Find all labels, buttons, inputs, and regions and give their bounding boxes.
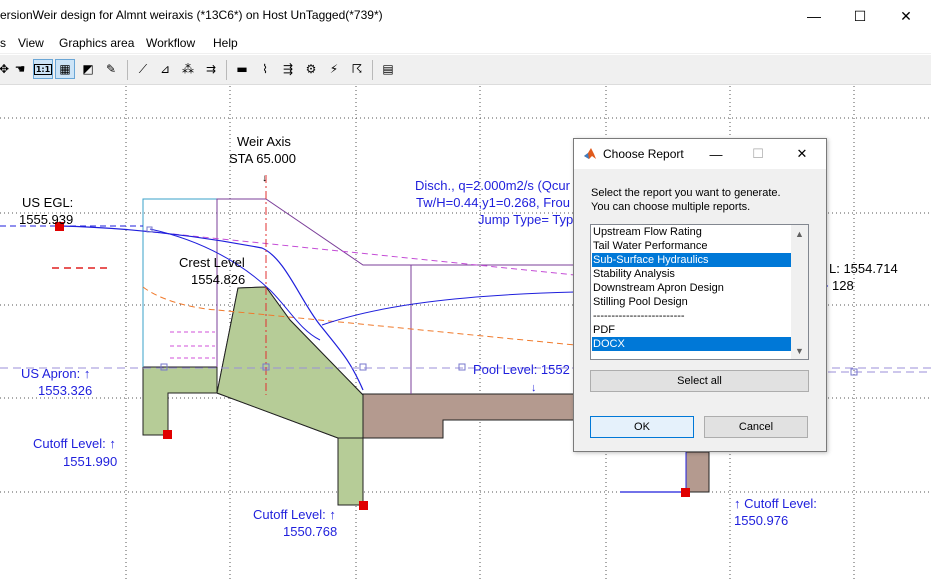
disch-line1: Disch., q=2.000m2/s (Qcur [415,178,571,193]
export-icon[interactable]: ⇉ [201,59,221,79]
dialog-minimize-button[interactable]: — [704,144,728,164]
zoom-extents-icon[interactable]: ◩ [78,59,98,79]
crest-label: Crest Level [179,255,245,270]
hand-icon[interactable]: ☚ [10,59,30,79]
list-item-docx[interactable]: DOCX [592,337,792,351]
disch-line3: Jump Type= Typ [478,212,573,227]
list-item-sub-surface-hydraulics[interactable]: Sub-Surface Hydraulics [592,253,792,267]
scroll-up-icon[interactable]: ▲ [791,225,808,242]
window-title: ersionWeir design for Almnt weiraxis (*1… [0,8,383,22]
dialog-instruction-2: You can choose multiple reports. [591,201,751,213]
downstream-apron [362,393,576,439]
list-item-pdf[interactable]: PDF [592,323,792,337]
pool-level-label: Pool Level: 1552 [473,362,570,377]
cutoff2-value: 1550.768 [283,524,337,539]
menu-workflow[interactable]: Workflow [146,36,195,50]
svg-text:↓: ↓ [531,382,537,394]
crest-value: 1554.826 [191,272,245,287]
cutoff1-label: Cutoff Level: ↑ [33,436,116,451]
menu-help[interactable]: Help [213,36,238,50]
title-bar: ersionWeir design for Almnt weiraxis (*1… [0,0,931,32]
ds-egl-value-a: L: 1554.714 [829,261,898,276]
grid-icon[interactable]: ▦ [55,59,75,79]
points-icon[interactable]: ⁂ [178,59,198,79]
weir-sta-label: STA 65.000 [229,151,296,166]
minimize-button[interactable]: — [791,0,837,32]
ok-button[interactable]: OK [590,416,694,438]
upstream-cutoff [142,366,218,436]
us-egl-value: 1555.939 [19,212,73,227]
weir-axis-label: Weir Axis [237,134,291,149]
cutoff3-value: 1550.976 [734,513,788,528]
cutoff2-marker[interactable] [359,501,368,510]
us-apron-label: US Apron: ↑ [21,366,90,381]
dialog-title-bar: Choose Report — ☐ ✕ [574,139,826,169]
dialog-instruction-1: Select the report you want to generate. [591,187,781,199]
listbox-scrollbar[interactable]: ▲ ▼ [791,225,808,359]
us-apron-value: 1553.326 [38,383,92,398]
toolbar-separator [127,60,128,80]
toolbar-separator [226,60,227,80]
us-egl-label: US EGL: [22,195,73,210]
menu-graphics-area[interactable]: Graphics area [59,36,134,50]
menu-view[interactable]: View [18,36,44,50]
close-button[interactable]: ✕ [883,0,929,32]
one-to-one-label: 1:1 [33,63,53,75]
dialog-close-button[interactable]: ✕ [790,144,814,164]
cancel-button[interactable]: Cancel [704,416,808,438]
list-item-separator[interactable]: ------------------------- [592,309,792,323]
one-to-one-icon[interactable]: 1:1 [33,59,53,79]
dialog-maximize-button: ☐ [752,146,764,161]
scroll-down-icon[interactable]: ▼ [791,342,808,359]
toolbar: ✥ ☚ 1:1 ▦ ◩ ✎ ⟋ ⊿ ⁂ ⇉ ▬ ⌇ ⇶ ⚙ ⚡ ☈ ▤ [0,55,931,85]
flow-icon[interactable]: ⇶ [278,59,298,79]
toolbar-separator [372,60,373,80]
menu-tools[interactable]: s [0,36,6,50]
list-item-downstream-apron-design[interactable]: Downstream Apron Design [592,281,792,295]
edit-icon[interactable]: ✎ [101,59,121,79]
list-item-stilling-pool-design[interactable]: Stilling Pool Design [592,295,792,309]
cutoff3-marker[interactable] [681,488,690,497]
dialog-title: Choose Report [603,147,684,161]
ruler-icon[interactable]: ▬ [232,59,252,79]
profile-icon[interactable]: ⊿ [155,59,175,79]
cutoff3-label: ↑ Cutoff Level: [734,496,817,511]
cutoff2-label: Cutoff Level: ↑ [253,507,336,522]
select-all-button[interactable]: Select all [590,370,809,392]
shape-icon[interactable]: ⌇ [255,59,275,79]
choose-report-dialog: Choose Report — ☐ ✕ Select the report yo… [573,138,827,452]
disch-line2: Tw/H=0.44,y1=0.268, Frou [416,195,570,210]
maximize-button[interactable]: ☐ [837,0,883,32]
list-item-upstream-flow-rating[interactable]: Upstream Flow Rating [592,225,792,239]
list-item-tail-water-performance[interactable]: Tail Water Performance [592,239,792,253]
svg-text:↓: ↓ [262,173,267,184]
matlab-icon [584,148,596,159]
report-listbox[interactable]: Upstream Flow Rating Tail Water Performa… [590,224,809,360]
settings-icon[interactable]: ⚙ [301,59,321,79]
chart-icon[interactable]: ☈ [347,59,367,79]
cutoff1-value: 1551.990 [63,454,117,469]
section-icon[interactable]: ⟋ [133,59,153,79]
ds-egl-value-b: 128 [832,278,854,293]
end-cutoff [685,451,710,493]
cutoff1-marker[interactable] [163,430,172,439]
report-icon[interactable]: ▤ [378,59,398,79]
hydraulic-icon[interactable]: ⚡ [324,59,344,79]
menu-bar: s View Graphics area Workflow Help [0,32,931,54]
list-item-stability-analysis[interactable]: Stability Analysis [592,267,792,281]
